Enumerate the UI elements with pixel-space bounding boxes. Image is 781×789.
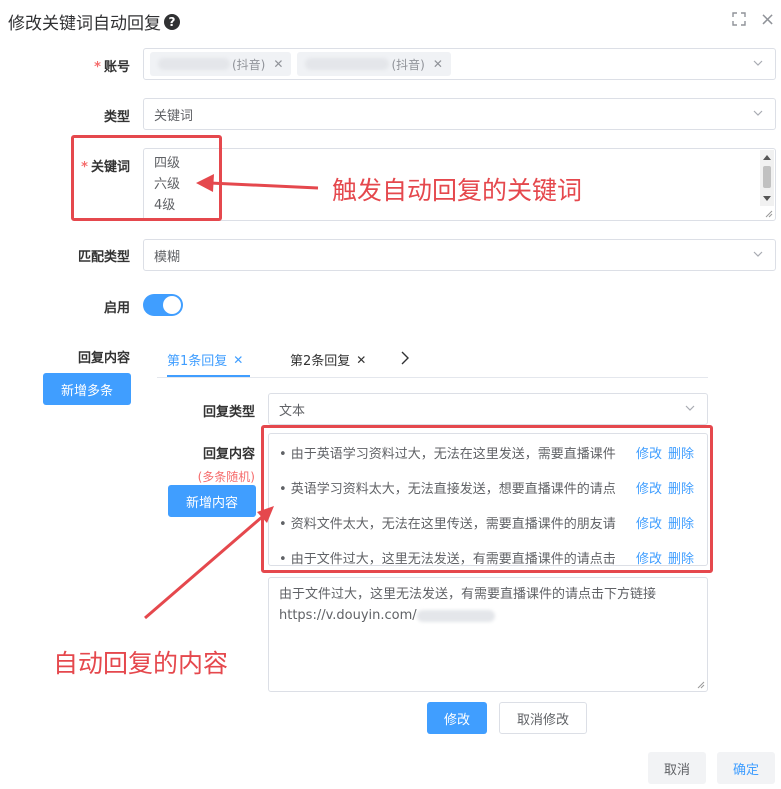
account-select[interactable]: (抖音) ✕ (抖音) ✕ (143, 48, 776, 80)
chevron-down-icon (753, 251, 763, 257)
chevron-down-icon (753, 60, 763, 66)
account-tag-platform: (抖音) (391, 57, 425, 72)
add-content-button[interactable]: 新增内容 (168, 485, 256, 517)
fullscreen-icon[interactable] (731, 11, 747, 27)
scroll-thumb[interactable] (763, 166, 771, 188)
chevron-down-icon (685, 405, 695, 411)
toggle-knob (163, 296, 181, 314)
reply-items-label: 回复内容 (202, 447, 255, 462)
keyword-annotation: 触发自动回复的关键词 (332, 176, 583, 205)
account-label: * 账号 (94, 60, 130, 75)
save-edit-button[interactable]: 修改 (427, 702, 487, 734)
edit-text-line: https://v.douyin.com/ (279, 605, 697, 626)
match-type-label: 匹配类型 (77, 250, 130, 265)
type-label: 类型 (103, 110, 130, 125)
scroll-up-icon[interactable] (763, 154, 771, 160)
resize-grip-icon[interactable] (697, 681, 705, 689)
reply-type-label: 回复类型 (202, 405, 255, 420)
random-hint: (多条随机) (197, 470, 255, 484)
tab-reply-1[interactable]: 第1条回复 ✕ (167, 350, 243, 370)
reply-tabs: 第1条回复 ✕ 第2条回复 ✕ (157, 340, 708, 378)
chevron-down-icon (753, 110, 763, 116)
cancel-button[interactable]: 取消 (648, 752, 706, 784)
account-tag: (抖音) ✕ (297, 52, 451, 76)
scroll-down-icon[interactable] (763, 196, 771, 202)
confirm-button[interactable]: 确定 (717, 752, 775, 784)
keyword-highlight-box (71, 135, 222, 221)
chevron-right-icon[interactable] (399, 351, 411, 365)
dialog-title-text: 修改关键词自动回复 (8, 14, 161, 34)
enabled-label: 启用 (103, 301, 130, 316)
add-multiple-button[interactable]: 新增多条 (43, 373, 131, 405)
tab-label: 第1条回复 (167, 354, 228, 369)
reply-content-label: 回复内容 (77, 351, 130, 366)
reply-edit-textarea[interactable]: 由于文件过大，这里无法发送，有需要直播课件的请点击下方链接 https://v.… (268, 577, 708, 692)
account-tag-platform: (抖音) (232, 57, 266, 72)
help-icon[interactable]: ? (164, 13, 180, 30)
reply-type-select[interactable]: 文本 (268, 393, 708, 425)
tag-remove-icon[interactable]: ✕ (273, 57, 283, 71)
type-select[interactable]: 关键词 (143, 98, 776, 130)
enabled-toggle[interactable] (143, 294, 183, 316)
close-icon[interactable]: × (760, 9, 775, 30)
account-tag: (抖音) ✕ (150, 52, 292, 76)
reply-type-value: 文本 (279, 403, 306, 419)
match-type-select[interactable]: 模糊 (143, 239, 776, 271)
match-type-value: 模糊 (154, 249, 181, 265)
active-tab-indicator (167, 375, 250, 377)
tab-reply-2[interactable]: 第2条回复 ✕ (290, 350, 366, 370)
cancel-edit-button[interactable]: 取消修改 (499, 702, 587, 734)
scrollbar[interactable] (760, 150, 774, 206)
tab-close-icon[interactable]: ✕ (356, 353, 366, 367)
tab-close-icon[interactable]: ✕ (233, 353, 243, 367)
tag-remove-icon[interactable]: ✕ (433, 57, 443, 71)
edit-text-line: 由于文件过大，这里无法发送，有需要直播课件的请点击下方链接 (279, 587, 657, 602)
content-annotation: 自动回复的内容 (53, 649, 229, 678)
reply-highlight-box (261, 425, 713, 573)
tab-label: 第2条回复 (290, 354, 351, 369)
dialog-title: 修改关键词自动回复 ? (8, 9, 180, 34)
type-value: 关键词 (154, 108, 194, 124)
resize-grip-icon[interactable] (765, 210, 773, 218)
